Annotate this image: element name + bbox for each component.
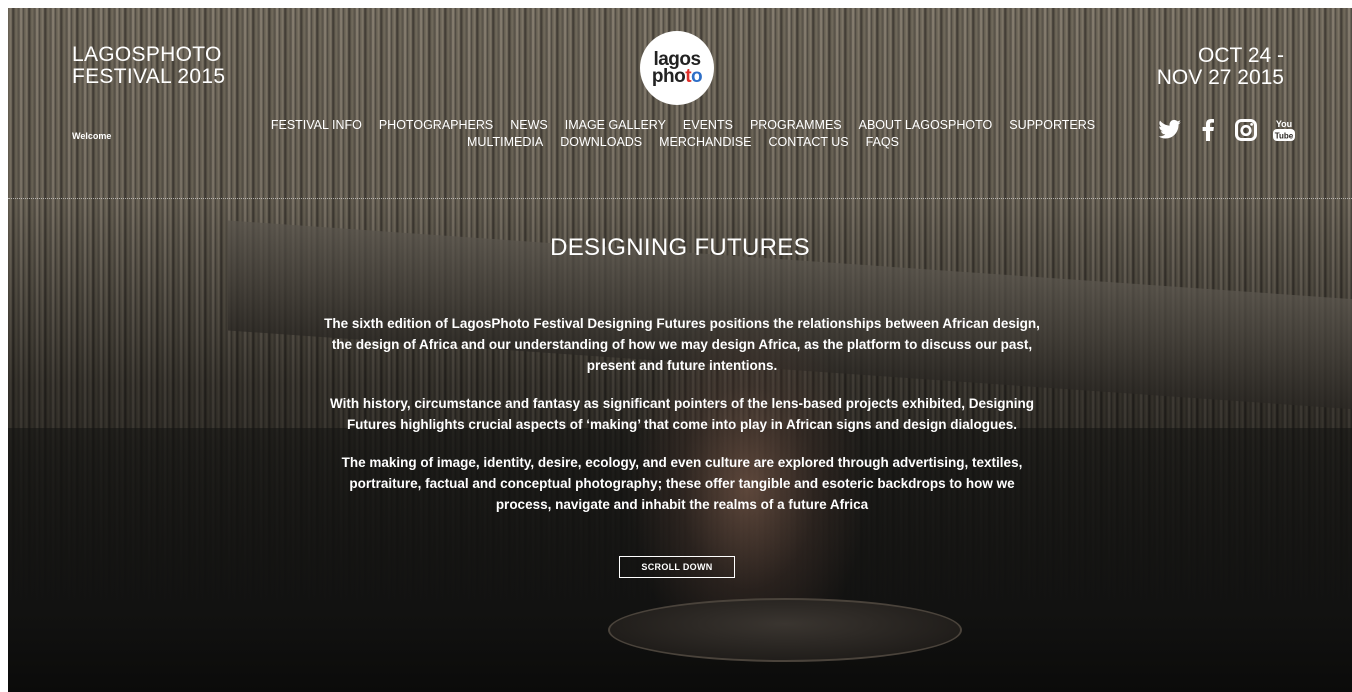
nav-about-lagosphoto[interactable]: ABOUT LAGOSPHOTO [859, 118, 993, 132]
youtube-icon[interactable]: You Tube [1272, 119, 1296, 141]
lagosphoto-logo[interactable]: lagos photo [640, 31, 714, 105]
nav-news[interactable]: NEWS [510, 118, 548, 132]
logo-letter: p [651, 66, 664, 87]
nav-events[interactable]: EVENTS [683, 118, 733, 132]
festival-dates: OCT 24 - NOV 27 2015 [1157, 45, 1284, 89]
nav-merchandise[interactable]: MERCHANDISE [659, 135, 751, 149]
nav-faqs[interactable]: FAQS [866, 135, 899, 149]
youtube-icon-bottom: Tube [1275, 132, 1294, 141]
nav-programmes[interactable]: PROGRAMMES [750, 118, 842, 132]
nav-multimedia[interactable]: MULTIMEDIA [467, 135, 543, 149]
dates-line1: OCT 24 - [1198, 44, 1284, 67]
page-headline: DESIGNING FUTURES [550, 234, 810, 261]
nav-festival-info[interactable]: FESTIVAL INFO [271, 118, 362, 132]
festival-title-line2: FESTIVAL 2015 [72, 65, 226, 88]
hero-background: LAGOSPHOTO FESTIVAL 2015 Welcome lagos p… [8, 8, 1352, 692]
logo-line2: photo [651, 66, 703, 87]
festival-title-line1: LAGOSPHOTO [72, 43, 222, 66]
intro-paragraph-1: The sixth edition of LagosPhoto Festival… [324, 316, 1040, 373]
facebook-icon[interactable] [1196, 119, 1220, 141]
intro-paragraph-3: The making of image, identity, desire, e… [341, 455, 1023, 512]
nav-image-gallery[interactable]: IMAGE GALLERY [565, 118, 666, 132]
festival-title[interactable]: LAGOSPHOTO FESTIVAL 2015 [72, 44, 225, 88]
welcome-link[interactable]: Welcome [72, 131, 111, 141]
instagram-icon[interactable] [1234, 119, 1258, 141]
nav-row-2: MULTIMEDIA DOWNLOADS MERCHANDISE CONTACT… [268, 135, 1098, 149]
nav-supporters[interactable]: SUPPORTERS [1009, 118, 1095, 132]
header-divider [8, 198, 1352, 199]
nav-downloads[interactable]: DOWNLOADS [560, 135, 642, 149]
dates-line2: NOV 27 2015 [1156, 66, 1284, 89]
logo-letter: h [662, 66, 675, 87]
twitter-icon[interactable] [1158, 119, 1182, 141]
nav-contact-us[interactable]: CONTACT US [769, 135, 849, 149]
main-nav: FESTIVAL INFO PHOTOGRAPHERS NEWS IMAGE G… [268, 118, 1098, 152]
intro-text: The sixth edition of LagosPhoto Festival… [322, 313, 1042, 532]
nav-row-1: FESTIVAL INFO PHOTOGRAPHERS NEWS IMAGE G… [268, 118, 1098, 132]
intro-paragraph-2: With history, circumstance and fantasy a… [329, 396, 1035, 432]
social-links: You Tube [1158, 119, 1296, 141]
logo-letter: o [691, 66, 703, 87]
nav-photographers[interactable]: PHOTOGRAPHERS [379, 118, 493, 132]
youtube-icon-top: You [1276, 119, 1292, 129]
scroll-down-button[interactable]: SCROLL DOWN [619, 556, 735, 578]
logo-letter: o [674, 66, 686, 87]
basin-backdrop [608, 598, 962, 662]
